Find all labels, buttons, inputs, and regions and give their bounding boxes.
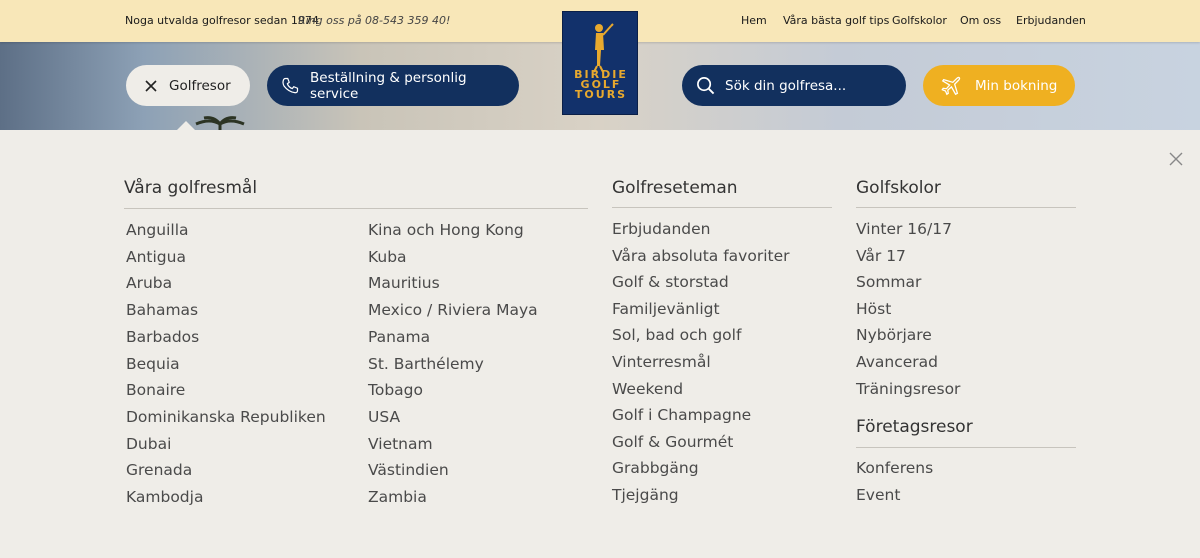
search-field[interactable]: Sök din golfresa... — [682, 65, 906, 106]
theme-link[interactable]: Familjevänligt — [612, 300, 720, 318]
destination-link[interactable]: Tobago — [368, 381, 423, 399]
school-link[interactable]: Höst — [856, 300, 891, 318]
theme-link[interactable]: Golf & Gourmét — [612, 433, 733, 451]
corporate-link[interactable]: Konferens — [856, 459, 933, 477]
theme-link[interactable]: Grabbgäng — [612, 459, 699, 477]
themes-heading: Golfreseteman — [612, 178, 738, 198]
phone-icon — [281, 77, 299, 95]
min-bokning-button[interactable]: Min bokning — [923, 65, 1075, 106]
destination-link[interactable]: Bahamas — [126, 301, 198, 319]
logo-text-tours: TOURS — [574, 88, 628, 101]
destination-link[interactable]: Kuba — [368, 248, 407, 266]
destination-link[interactable]: Anguilla — [126, 221, 189, 239]
destination-link[interactable]: Grenada — [126, 461, 192, 479]
school-link[interactable]: Sommar — [856, 273, 921, 291]
destination-link[interactable]: Aruba — [126, 274, 172, 292]
destination-link[interactable]: Mauritius — [368, 274, 440, 292]
corporate-heading: Företagsresor — [856, 417, 973, 437]
golfer-icon — [593, 23, 614, 73]
theme-link[interactable]: Tjejgäng — [612, 486, 679, 504]
golfresor-mega-menu: Våra golfresmål Anguilla Antigua Aruba Baha… — [0, 130, 1200, 558]
school-link[interactable]: Avancerad — [856, 353, 938, 371]
destination-link[interactable]: Västindien — [368, 461, 449, 479]
close-menu-icon[interactable] — [1168, 151, 1184, 167]
search-icon — [696, 76, 715, 95]
theme-link[interactable]: Golf i Champagne — [612, 406, 751, 424]
theme-link[interactable]: Weekend — [612, 380, 683, 398]
school-link[interactable]: Nybörjare — [856, 326, 932, 344]
destination-link[interactable]: Kina och Hong Kong — [368, 221, 524, 239]
destination-link[interactable]: Zambia — [368, 488, 427, 506]
theme-link[interactable]: Erbjudanden — [612, 220, 711, 238]
golfresor-label: Golfresor — [169, 77, 231, 94]
destination-link[interactable]: Antigua — [126, 248, 186, 266]
destination-link[interactable]: St. Barthélemy — [368, 355, 484, 373]
destination-link[interactable]: Dominikanska Republiken — [126, 408, 326, 426]
destination-link[interactable]: Panama — [368, 328, 430, 346]
airplane-icon — [940, 75, 962, 97]
theme-link[interactable]: Vinterresmål — [612, 353, 711, 371]
destination-link[interactable]: Mexico / Riviera Maya — [368, 301, 538, 319]
palm-tree-image — [195, 116, 245, 130]
nav-golfskolor[interactable]: Golfskolor — [892, 14, 947, 27]
tagline: Noga utvalda golfresor sedan 1974 — [125, 14, 319, 27]
theme-link[interactable]: Våra absoluta favoriter — [612, 247, 790, 265]
nav-erbjudanden[interactable]: Erbjudanden — [1016, 14, 1086, 27]
service-label: Beställning & personlig service — [310, 69, 467, 102]
destination-link[interactable]: Bequia — [126, 355, 180, 373]
min-bokning-label: Min bokning — [975, 77, 1058, 94]
school-link[interactable]: Vår 17 — [856, 247, 906, 265]
destinations-heading: Våra golfresmål — [124, 178, 258, 198]
destination-link[interactable]: Vietnam — [368, 435, 433, 453]
nav-om-oss[interactable]: Om oss — [960, 14, 1001, 27]
nav-home[interactable]: Hem — [741, 14, 767, 27]
nav-golf-tips[interactable]: Våra bästa golf tips — [783, 14, 889, 27]
golfresor-toggle-button[interactable]: Golfresor — [126, 65, 250, 106]
service-button[interactable]: Beställning & personlig service — [267, 65, 519, 106]
close-icon — [145, 79, 157, 92]
schools-divider — [856, 207, 1076, 208]
destination-link[interactable]: Bonaire — [126, 381, 185, 399]
destination-link[interactable]: USA — [368, 408, 400, 426]
destinations-divider — [124, 208, 588, 209]
corporate-link[interactable]: Event — [856, 486, 900, 504]
search-placeholder: Sök din golfresa... — [725, 77, 847, 94]
school-link[interactable]: Träningsresor — [856, 380, 960, 398]
dropdown-pointer — [176, 121, 196, 131]
phone-text[interactable]: Ring oss på 08-543 359 40! — [298, 14, 450, 27]
theme-link[interactable]: Golf & storstad — [612, 273, 729, 291]
themes-divider — [612, 207, 832, 208]
destination-link[interactable]: Kambodja — [126, 488, 203, 506]
corporate-divider — [856, 447, 1076, 448]
destination-link[interactable]: Barbados — [126, 328, 199, 346]
theme-link[interactable]: Sol, bad och golf — [612, 326, 741, 344]
schools-heading: Golfskolor — [856, 178, 941, 198]
school-link[interactable]: Vinter 16/17 — [856, 220, 952, 238]
birdie-golf-tours-logo[interactable]: BIRDIE GOLF TOURS — [562, 11, 638, 115]
destination-link[interactable]: Dubai — [126, 435, 171, 453]
